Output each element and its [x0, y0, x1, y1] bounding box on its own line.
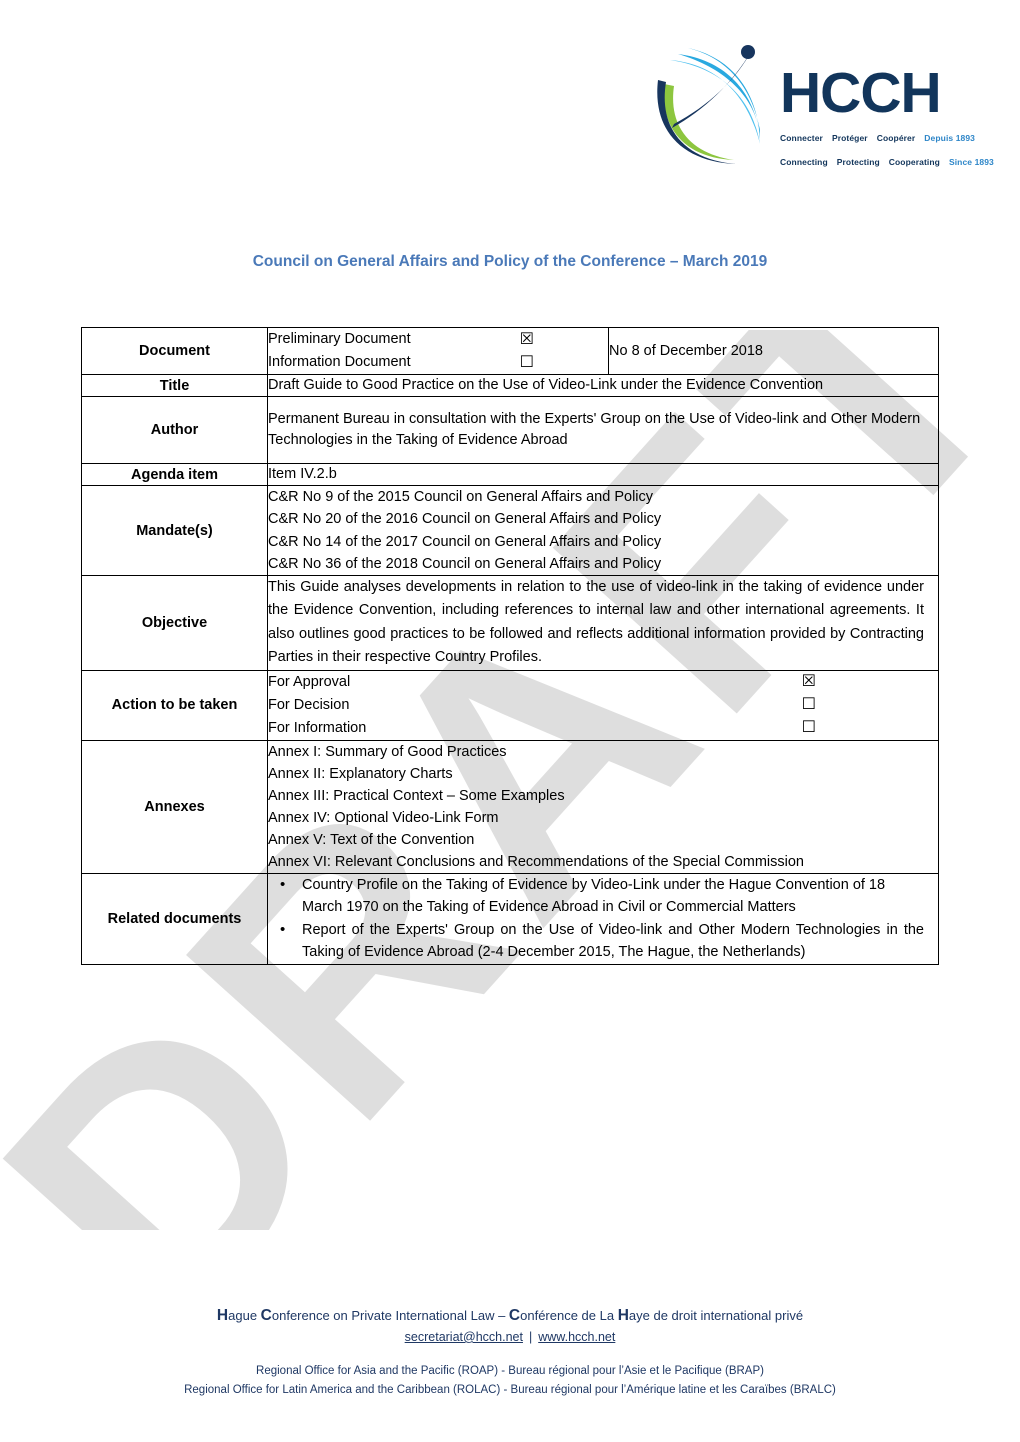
- row-value-related-documents: Country Profile on the Taking of Evidenc…: [267, 873, 939, 966]
- footer-email-link[interactable]: secretariat@hcch.net: [405, 1330, 523, 1344]
- tagline-en-3: Cooperating: [888, 157, 940, 168]
- action-checkboxes: For Approval ☒ For Decision ☐ For Inform…: [267, 669, 939, 742]
- row-value-objective: This Guide analyses developments in rela…: [267, 574, 939, 671]
- checkbox-label-decision: For Decision: [268, 696, 350, 713]
- annex-item: Annex IV: Optional Video-Link Form: [268, 810, 499, 827]
- page-footer: Hague Conference on Private Internationa…: [0, 1304, 1020, 1400]
- checkbox-row-approval[interactable]: For Approval ☒: [268, 671, 938, 694]
- row-value-annexes: Annex I: Summary of Good Practices Annex…: [267, 740, 939, 875]
- footer-cap-c2: C: [508, 1306, 521, 1324]
- logo-tagline-fr: Connecter Protéger Coopérer Depuis 1893: [780, 132, 994, 144]
- table-row-title: Title Draft Guide to Good Practice on th…: [81, 374, 939, 398]
- row-value-mandates: C&R No 9 of the 2015 Council on General …: [267, 485, 939, 576]
- hcch-wordmark: HCCH: [780, 61, 942, 125]
- annex-item: Annex I: Summary of Good Practices: [268, 744, 507, 761]
- annex-item: Annex V: Text of the Convention: [268, 832, 475, 849]
- tagline-en-1: Connecting: [780, 157, 828, 168]
- tagline-fr-2: Protéger: [831, 133, 868, 144]
- document-type-checkboxes: Preliminary Document ☒ Information Docum…: [267, 326, 609, 376]
- annex-item: Annex VI: Relevant Conclusions and Recom…: [268, 854, 804, 871]
- tagline-fr-3: Coopérer: [876, 133, 916, 144]
- checkbox-information-icon[interactable]: ☐: [520, 354, 534, 371]
- row-label-action: Action to be taken: [81, 669, 268, 742]
- footer-text-1: ague: [228, 1307, 261, 1323]
- row-value-agenda-item: Item IV.2.b: [267, 463, 939, 487]
- checkbox-label-preliminary: Preliminary Document: [268, 331, 411, 347]
- checkbox-preliminary-icon[interactable]: ☒: [520, 331, 534, 348]
- footer-text-2: onference on Private International Law –: [271, 1307, 509, 1323]
- table-row-annexes: Annexes Annex I: Summary of Good Practic…: [81, 740, 939, 875]
- footer-cap-h2: H: [617, 1306, 629, 1324]
- table-row-document: Document Preliminary Document ☒ Informat…: [81, 326, 939, 376]
- checkbox-label-information: Information Document: [268, 354, 411, 371]
- mandate-item: C&R No 20 of the 2016 Council on General…: [268, 511, 662, 528]
- row-value-title: Draft Guide to Good Practice on the Use …: [267, 374, 939, 398]
- row-label-author: Author: [81, 396, 268, 465]
- footer-text-4: aye de droit international privé: [628, 1307, 804, 1323]
- tagline-since-en: Since 1893: [948, 157, 994, 168]
- mandate-item: C&R No 14 of the 2017 Council on General…: [268, 533, 662, 550]
- tagline-fr-1: Connecter: [780, 133, 823, 144]
- checkbox-row-decision[interactable]: For Decision ☐: [268, 694, 938, 717]
- mandate-item: C&R No 36 of the 2018 Council on General…: [268, 555, 662, 572]
- row-label-agenda-item: Agenda item: [81, 463, 268, 487]
- row-label-objective: Objective: [81, 574, 268, 671]
- hcch-logo-header: HCCH Connecter Protéger Coopérer Depuis 189…: [648, 40, 994, 185]
- footer-cap-c1: C: [260, 1306, 272, 1324]
- hcch-globe-logo-icon: [648, 40, 774, 166]
- footer-regional-offices: Regional Office for Asia and the Pacific…: [0, 1362, 1020, 1400]
- footer-organisation-line: Hague Conference on Private Internationa…: [0, 1304, 1020, 1327]
- footer-regional-line-1: Regional Office for Asia and the Pacific…: [256, 1365, 764, 1378]
- footer-regional-line-2: Regional Office for Latin America and th…: [184, 1384, 836, 1397]
- checkbox-row-information[interactable]: Information Document ☐: [268, 351, 608, 374]
- table-row-agenda-item: Agenda item Item IV.2.b: [81, 463, 939, 487]
- row-label-annexes: Annexes: [81, 740, 268, 875]
- logo-tagline-en: Connecting Protecting Cooperating Since 189…: [780, 156, 994, 168]
- document-number: No 8 of December 2018: [608, 326, 939, 376]
- checkbox-label-information-action: For Information: [268, 719, 367, 736]
- table-row-related-documents: Related documents Country Profile on the…: [81, 873, 939, 966]
- tagline-since-fr: Depuis 1893: [924, 133, 976, 144]
- annex-item: Annex II: Explanatory Charts: [268, 766, 453, 783]
- row-label-mandates: Mandate(s): [81, 485, 268, 576]
- footer-website-link[interactable]: www.hcch.net: [538, 1330, 615, 1344]
- checkbox-row-information-action[interactable]: For Information ☐: [268, 717, 938, 740]
- checkbox-decision-icon[interactable]: ☐: [802, 697, 816, 713]
- checkbox-approval-icon[interactable]: ☒: [802, 674, 816, 690]
- row-value-author: Permanent Bureau in consultation with th…: [267, 396, 939, 465]
- row-label-document: Document: [81, 326, 268, 376]
- footer-separator: |: [528, 1329, 533, 1344]
- table-row-objective: Objective This Guide analyses developmen…: [81, 574, 939, 671]
- document-metadata-table: Document Preliminary Document ☒ Informat…: [81, 326, 939, 966]
- table-row-mandates: Mandate(s) C&R No 9 of the 2015 Council …: [81, 485, 939, 576]
- checkbox-label-approval: For Approval: [268, 673, 351, 690]
- footer-contact-line: secretariat@hcch.net | www.hcch.net: [0, 1327, 1020, 1348]
- footer-cap-h1: H: [216, 1306, 229, 1324]
- table-row-author: Author Permanent Bureau in consultation …: [81, 396, 939, 465]
- row-label-related-documents: Related documents: [81, 873, 268, 966]
- checkbox-information-action-icon[interactable]: ☐: [802, 720, 816, 736]
- related-document-item: Report of the Experts' Group on the Use …: [280, 919, 924, 963]
- row-label-title: Title: [81, 374, 268, 398]
- annex-item: Annex III: Practical Context – Some Exam…: [268, 788, 565, 805]
- related-document-item: Country Profile on the Taking of Evidenc…: [280, 874, 924, 918]
- page-title: Council on General Affairs and Policy of…: [252, 253, 768, 270]
- document-page: DRAFT HCCH Connecter Protéger Coopérer Depu…: [0, 0, 1020, 1442]
- tagline-en-2: Protecting: [836, 157, 880, 168]
- checkbox-row-preliminary[interactable]: Preliminary Document ☒: [268, 328, 608, 351]
- table-row-action: Action to be taken For Approval ☒ For De…: [81, 669, 939, 742]
- mandate-item: C&R No 9 of the 2015 Council on General …: [268, 489, 654, 506]
- footer-text-3: onférence de La: [520, 1307, 618, 1323]
